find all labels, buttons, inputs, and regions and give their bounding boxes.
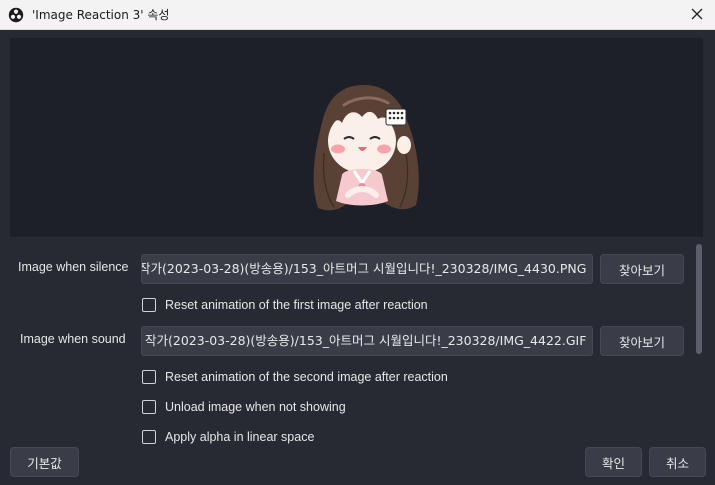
reset-second-checkbox-row[interactable]: Reset animation of the second image afte…	[142, 370, 448, 384]
unload-label: Unload image when not showing	[165, 400, 346, 414]
reset-second-checkbox[interactable]	[142, 370, 156, 384]
reset-first-checkbox[interactable]	[142, 298, 156, 312]
alpha-checkbox-row[interactable]: Apply alpha in linear space	[142, 430, 314, 444]
chibi-character-image	[313, 85, 419, 211]
properties-scrollbar[interactable]	[693, 242, 705, 444]
unload-checkbox-row[interactable]: Unload image when not showing	[142, 400, 346, 414]
reset-first-checkbox-row[interactable]: Reset animation of the first image after…	[142, 298, 428, 312]
silence-image-label: Image when silence	[18, 260, 129, 274]
alpha-label: Apply alpha in linear space	[165, 430, 315, 444]
ok-button[interactable]: 확인	[585, 447, 642, 477]
cancel-button[interactable]: 취소	[649, 447, 706, 477]
close-icon[interactable]	[685, 2, 709, 26]
image-preview	[10, 38, 703, 237]
properties-panel: Image when silence 작가(2023-03-28)(방송용)/1…	[0, 242, 705, 444]
sound-image-label: Image when sound	[20, 332, 126, 346]
sound-image-path-field[interactable]: 작가(2023-03-28)(방송용)/153_아트머그 시월입니다!_2303…	[141, 326, 593, 356]
obs-logo-icon	[8, 7, 24, 23]
reset-second-label: Reset animation of the second image afte…	[165, 370, 448, 384]
reset-first-label: Reset animation of the first image after…	[165, 298, 428, 312]
window-title: 'Image Reaction 3' 속성	[32, 8, 170, 22]
scrollbar-thumb[interactable]	[696, 244, 702, 354]
silence-browse-button[interactable]: 찾아보기	[600, 254, 684, 284]
sound-browse-button[interactable]: 찾아보기	[600, 326, 684, 356]
silence-image-path-field[interactable]: 작가(2023-03-28)(방송용)/153_아트머그 시월입니다!_2303…	[141, 254, 593, 284]
alpha-checkbox[interactable]	[142, 430, 156, 444]
unload-checkbox[interactable]	[142, 400, 156, 414]
title-bar: 'Image Reaction 3' 속성	[0, 0, 715, 30]
defaults-button[interactable]: 기본값	[10, 447, 79, 477]
